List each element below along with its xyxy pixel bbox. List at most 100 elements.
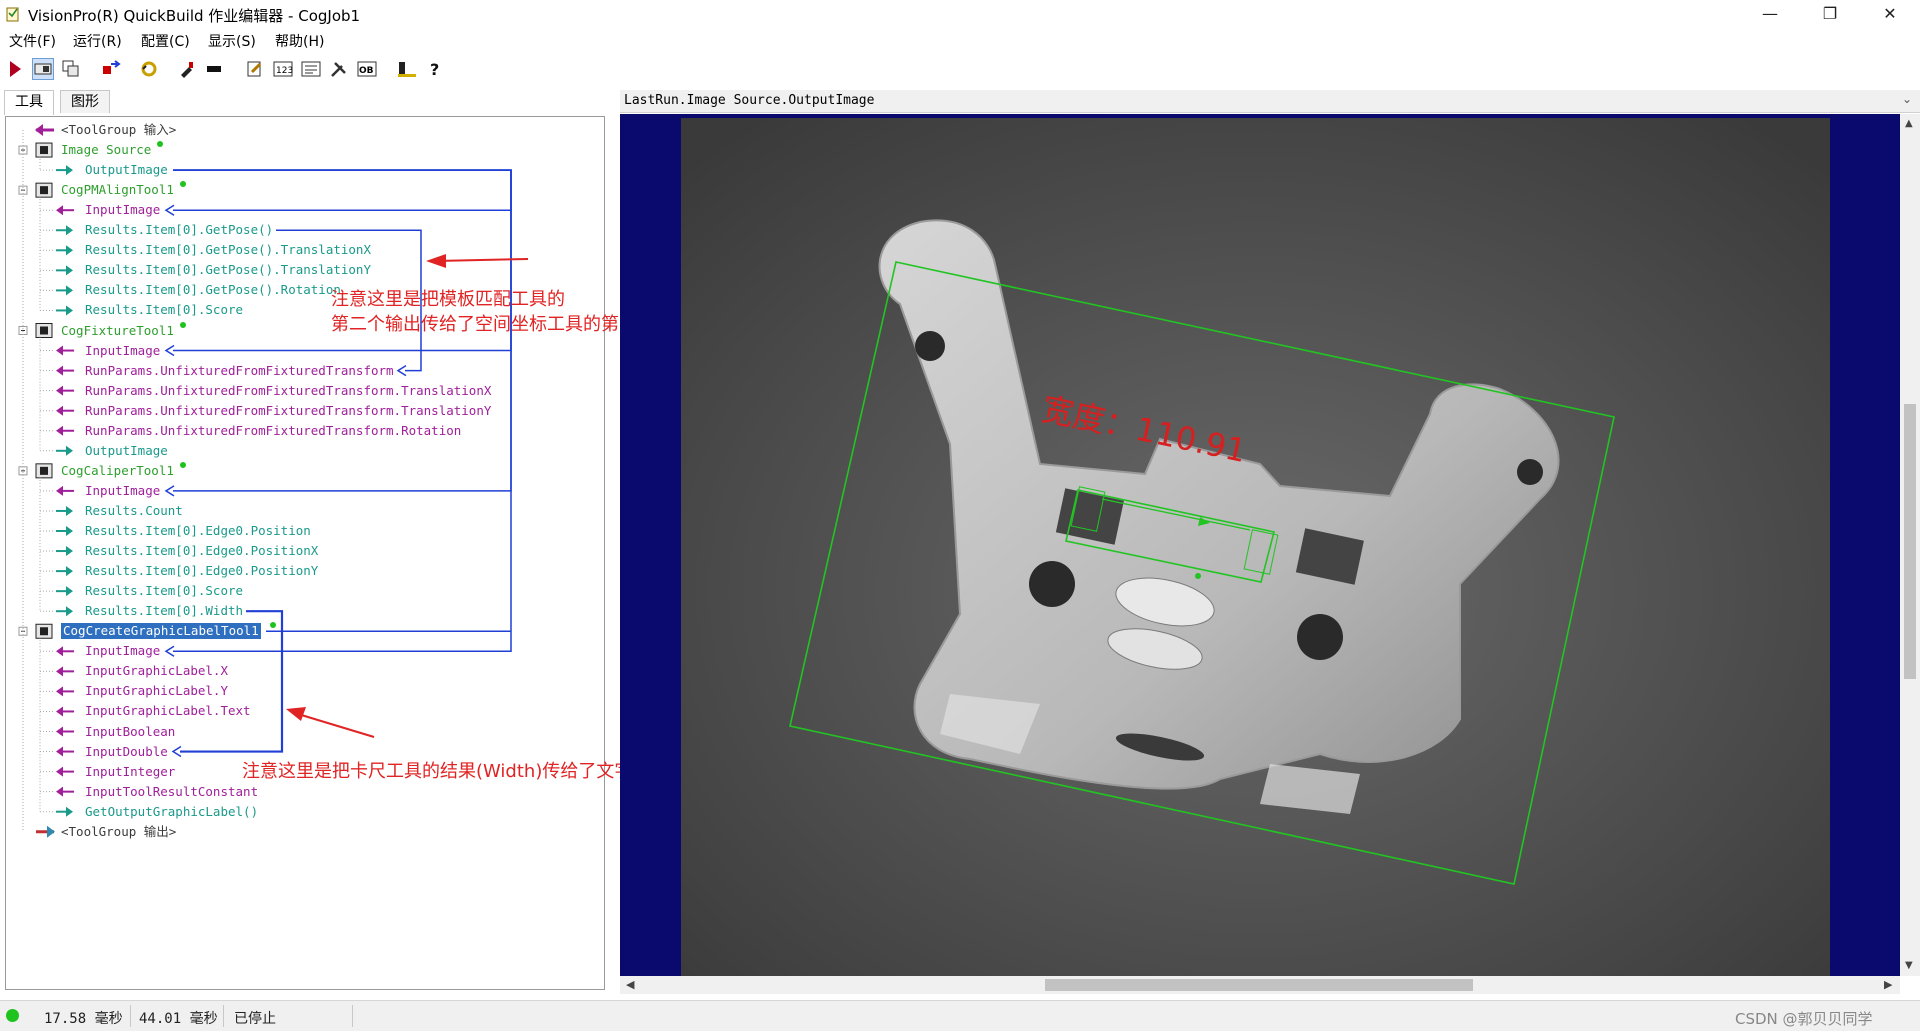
output-terminal[interactable]: OutputImage: [85, 443, 168, 459]
output-arrow-icon: [56, 225, 73, 236]
image-copy-icon[interactable]: [60, 58, 82, 80]
tool-swap-icon[interactable]: [100, 58, 122, 80]
tool-status-dot: [269, 622, 276, 629]
vertical-scrollbar[interactable]: ▲ ▼: [1900, 114, 1920, 976]
output-terminal[interactable]: Results.Item[0].GetPose().TranslationX: [85, 242, 371, 258]
scroll-down-icon[interactable]: ▼: [1905, 960, 1913, 971]
result-icon[interactable]: [300, 58, 322, 80]
chip-icon[interactable]: [204, 58, 226, 80]
collapse-icon[interactable]: [18, 326, 28, 335]
output-terminal[interactable]: Results.Count: [85, 503, 183, 519]
input-arrow-icon: [56, 666, 74, 677]
output-terminal[interactable]: Results.Item[0].Edge0.PositionY: [85, 563, 318, 579]
input-terminal[interactable]: RunParams.UnfixturedFromFixturedTransfor…: [85, 383, 491, 399]
annotation-arrow: [426, 254, 529, 268]
menu-display[interactable]: 显示(S): [208, 31, 256, 51]
tool-node[interactable]: CogCreateGraphicLabelTool1: [61, 623, 261, 640]
tab-graphics[interactable]: 图形: [60, 90, 110, 113]
annotation-note-2: 注意这里是把卡尺工具的结果(Width)传给了文字工具: [242, 761, 669, 782]
input-terminal[interactable]: InputBoolean: [85, 724, 175, 740]
tool-node[interactable]: Image Source: [61, 142, 151, 158]
menu-run[interactable]: 运行(R): [73, 31, 122, 51]
window-title: VisionPro(R) QuickBuild 作业编辑器 - CogJob1: [28, 7, 361, 25]
scroll-right-icon[interactable]: ▶: [1884, 978, 1892, 991]
maximize-button[interactable]: ❐: [1800, 0, 1860, 28]
run-state: 已停止: [234, 1011, 276, 1027]
annotation-note-1a: 注意这里是把模板匹配工具的: [331, 289, 565, 310]
scroll-up-icon[interactable]: ▲: [1905, 118, 1913, 129]
camera-view-icon[interactable]: [32, 58, 54, 80]
input-terminal[interactable]: InputGraphicLabel.X: [85, 663, 228, 679]
output-terminal[interactable]: OutputImage: [85, 162, 168, 178]
annotation-arrow: [286, 707, 375, 738]
edit-icon[interactable]: [244, 58, 266, 80]
output-terminal[interactable]: Results.Item[0].Score: [85, 302, 243, 318]
tool-status-dot: [180, 321, 186, 328]
terminal-icon[interactable]: [396, 58, 418, 80]
input-arrow-icon: [56, 485, 74, 496]
tool-node[interactable]: CogPMAlignTool1: [61, 182, 174, 198]
output-terminal[interactable]: Results.Item[0].Width: [85, 603, 243, 619]
svg-text:123: 123: [276, 66, 293, 76]
close-button[interactable]: ✕: [1860, 0, 1920, 28]
toolgroup-node[interactable]: <ToolGroup 输出>: [61, 824, 176, 840]
toolgroup-node[interactable]: <ToolGroup 输入>: [61, 122, 176, 138]
input-terminal[interactable]: InputImage: [85, 483, 160, 499]
toolgroup-input-icon: [35, 124, 54, 136]
output-terminal[interactable]: Results.Item[0].GetPose().Rotation: [85, 282, 341, 298]
input-arrow-icon: [56, 706, 74, 717]
input-terminal[interactable]: InputInteger: [85, 764, 175, 780]
tool-tree-panel: <ToolGroup 输入> Image Source OutputImage Cog…: [5, 116, 727, 990]
input-terminal[interactable]: InputGraphicLabel.Y: [85, 683, 228, 699]
input-terminal[interactable]: InputImage: [85, 202, 160, 218]
tool-node[interactable]: CogFixtureTool1: [61, 323, 174, 339]
output-terminal[interactable]: Results.Item[0].Edge0.PositionX: [85, 543, 318, 559]
tools-icon[interactable]: [328, 58, 350, 80]
input-terminal[interactable]: RunParams.UnfixturedFromFixturedTransfor…: [85, 403, 491, 419]
output-arrow-icon: [56, 526, 73, 536]
menu-file[interactable]: 文件(F): [9, 31, 56, 51]
input-arrow-icon: [56, 405, 74, 416]
input-terminal[interactable]: InputDouble: [85, 744, 168, 760]
output-terminal[interactable]: Results.Item[0].Score: [85, 583, 243, 599]
output-arrow-icon: [56, 505, 73, 516]
collapse-icon[interactable]: [18, 145, 28, 155]
output-terminal[interactable]: GetOutputGraphicLabel(): [85, 804, 258, 820]
output-terminal[interactable]: Results.Item[0].GetPose(): [85, 222, 273, 238]
output-arrow-icon: [56, 546, 73, 557]
status-led-icon: [6, 1009, 19, 1022]
input-terminal[interactable]: InputImage: [85, 643, 160, 659]
horizontal-scrollbar[interactable]: ◀ ▶: [620, 976, 1900, 994]
input-terminal[interactable]: RunParams.UnfixturedFromFixturedTransfor…: [85, 363, 394, 379]
chevron-down-icon[interactable]: ⌄: [1902, 92, 1912, 106]
vertical-scroll-thumb[interactable]: [1904, 404, 1916, 679]
tool-node[interactable]: CogCaliperTool1: [61, 463, 174, 479]
svg-text:?: ?: [430, 60, 439, 78]
help-icon[interactable]: ?: [424, 58, 446, 80]
input-terminal[interactable]: InputGraphicLabel.Text: [85, 703, 251, 719]
input-terminal[interactable]: InputToolResultConstant: [85, 784, 258, 800]
menu-help[interactable]: 帮助(H): [275, 31, 324, 51]
collapse-icon[interactable]: [18, 466, 28, 476]
input-terminal[interactable]: InputImage: [85, 343, 160, 359]
tab-tools[interactable]: 工具: [4, 90, 54, 115]
input-arrow-icon: [56, 686, 74, 697]
horizontal-scroll-thumb[interactable]: [1045, 979, 1473, 991]
output-arrow-icon: [56, 806, 73, 817]
output-terminal[interactable]: Results.Item[0].GetPose().TranslationY: [85, 262, 371, 278]
output-terminal[interactable]: Results.Item[0].Edge0.Position: [85, 523, 311, 539]
input-arrow-icon: [56, 365, 74, 376]
menu-config[interactable]: 配置(C): [141, 31, 190, 51]
output-arrow-icon: [56, 245, 73, 256]
image-display[interactable]: 宽度：110.91: [620, 114, 1900, 976]
numeric-icon[interactable]: 123: [272, 58, 294, 80]
input-terminal[interactable]: RunParams.UnfixturedFromFixturedTransfor…: [85, 423, 461, 439]
minimize-button[interactable]: —: [1740, 0, 1800, 28]
status-divider: [130, 1005, 131, 1027]
brush-icon[interactable]: [176, 58, 198, 80]
ocr-icon[interactable]: OB: [356, 58, 378, 80]
refresh-icon[interactable]: [138, 58, 160, 80]
run-icon[interactable]: [4, 58, 26, 80]
scroll-left-icon[interactable]: ◀: [626, 978, 634, 991]
input-arrow-icon: [56, 766, 74, 777]
